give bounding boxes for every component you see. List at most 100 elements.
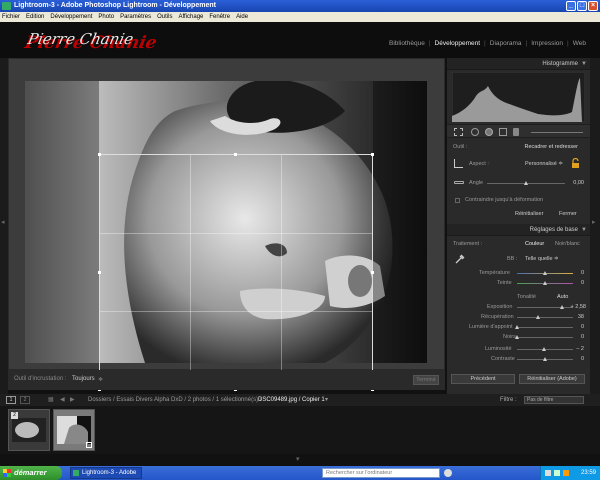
eyedropper-icon[interactable] [455, 254, 465, 264]
module-web[interactable]: Web [573, 40, 586, 47]
filmstrip-thumb-2[interactable] [53, 409, 95, 451]
recovery-slider[interactable] [517, 317, 573, 318]
fill-light-slider-thumb[interactable] [514, 325, 519, 329]
auto-tone-button[interactable]: Auto [557, 294, 568, 300]
screen-1-button[interactable]: 1 [6, 396, 16, 404]
left-panel-collapse[interactable]: ◂ [0, 58, 8, 394]
breadcrumb-filename[interactable]: DSC09489.jpg / Copier 1 [258, 394, 325, 406]
menu-parametres[interactable]: Paramètres [120, 12, 151, 22]
exposure-slider[interactable] [517, 307, 573, 308]
overlay-select[interactable]: Toujours [72, 376, 95, 382]
forward-arrow-icon[interactable]: ▶ [70, 394, 75, 406]
blacks-slider-thumb[interactable] [514, 335, 519, 339]
menu-photo[interactable]: Photo [98, 12, 114, 22]
collapse-right-icon[interactable]: ▸ [592, 218, 596, 226]
back-arrow-icon[interactable]: ◀ [60, 394, 65, 406]
finish-button[interactable]: Terminé [413, 375, 439, 385]
menu-developpement[interactable]: Développement [50, 12, 92, 22]
red-eye-icon[interactable] [485, 128, 493, 136]
angle-value[interactable]: 0,00 [573, 180, 584, 186]
image-toolbar: Outil d'incrustation : Toujours ≑ Termin… [8, 370, 445, 390]
tray-security-icon[interactable] [563, 470, 569, 476]
grid-view-icon[interactable]: ▦ [48, 394, 54, 406]
filmstrip-thumb-1[interactable]: 2 [8, 409, 50, 451]
breadcrumb-path[interactable]: Dossiers / Essais Divers Alpha DxD / 2 p… [88, 394, 261, 406]
fill-light-slider[interactable] [517, 327, 573, 328]
brightness-value[interactable]: – 2 [576, 346, 584, 352]
menu-aide[interactable]: Aide [236, 12, 248, 22]
menu-affichage[interactable]: Affichage [178, 12, 203, 22]
crop-close-button[interactable]: Fermer [559, 211, 577, 217]
screen-2-button[interactable]: 2 [20, 396, 30, 404]
basic-panel-title: Réglages de base [529, 227, 578, 233]
crop-reset-button[interactable]: Réinitialiser [515, 211, 543, 217]
search-icon[interactable] [444, 469, 452, 477]
crop-tool-icon[interactable] [454, 128, 463, 136]
blacks-slider[interactable] [517, 337, 573, 338]
tray-network-icon[interactable] [545, 470, 551, 476]
filter-select[interactable]: Pas de filtre [524, 396, 584, 404]
module-diaporama[interactable]: Diaporama [490, 40, 522, 47]
menu-outils[interactable]: Outils [157, 12, 172, 22]
close-button[interactable]: × [588, 1, 598, 11]
angle-slider-thumb[interactable] [523, 181, 528, 185]
chevron-down-icon[interactable]: ▾ [325, 394, 328, 406]
fill-light-value[interactable]: 0 [581, 324, 584, 330]
treatment-color-option[interactable]: Couleur [525, 241, 544, 247]
constrain-checkbox[interactable] [455, 198, 460, 203]
module-bibliotheque[interactable]: Bibliothèque [389, 40, 425, 47]
taskbar-lightroom-button[interactable]: Lightroom-3 - Adobe ... [70, 467, 142, 479]
chevron-down-icon[interactable]: ≑ [98, 376, 103, 383]
crop-handle-top-right[interactable] [371, 153, 374, 156]
aspect-select[interactable]: Personnalisé ≑ [525, 161, 563, 167]
graduated-filter-icon[interactable] [499, 128, 507, 136]
exposure-value[interactable]: + 2,58 [571, 304, 586, 310]
recovery-value[interactable]: 38 [578, 314, 584, 320]
treatment-bw-option[interactable]: Noir/blanc [555, 241, 580, 247]
module-developpement[interactable]: Développement [435, 40, 481, 47]
collapse-bottom-icon[interactable]: ▾ [296, 455, 300, 463]
adjustment-brush-icon[interactable] [513, 128, 519, 136]
histogram-header[interactable]: Histogramme ▼ [447, 58, 590, 70]
tint-slider-thumb[interactable] [542, 281, 547, 285]
menu-edition[interactable]: Edition [26, 12, 44, 22]
right-panel-scrollbar[interactable]: ▸ [590, 58, 600, 394]
spot-removal-icon[interactable] [471, 128, 479, 136]
bottom-panel-collapse[interactable]: ▾ [0, 454, 600, 466]
previous-button[interactable]: Précédent [451, 374, 515, 384]
crop-handle-right[interactable] [371, 271, 374, 274]
maximize-button[interactable]: □ [577, 1, 587, 11]
tint-value[interactable]: 0 [581, 280, 584, 286]
collapse-triangle-icon[interactable]: ▼ [581, 224, 587, 236]
module-impression[interactable]: Impression [531, 40, 563, 47]
recovery-slider-thumb[interactable] [535, 315, 540, 319]
temperature-slider-thumb[interactable] [542, 271, 547, 275]
blacks-value[interactable]: 0 [581, 334, 584, 340]
menu-fenetre[interactable]: Fenêtre [209, 12, 230, 22]
desktop-search-input[interactable]: Rechercher sur l'ordinateur [322, 468, 440, 478]
start-button[interactable]: démarrer [0, 466, 62, 480]
basic-panel-header[interactable]: Réglages de base ▼ [447, 224, 590, 236]
crop-handle-top[interactable] [234, 153, 237, 156]
crop-overlay[interactable] [98, 153, 374, 391]
crop-frame-icon[interactable] [454, 159, 463, 168]
menu-fichier[interactable]: Fichier [2, 12, 20, 22]
exposure-slider-thumb[interactable] [560, 305, 565, 309]
crop-handle-top-left[interactable] [98, 153, 101, 156]
minimize-button[interactable]: _ [566, 1, 576, 11]
reset-adobe-button[interactable]: Réinitialiser (Adobe) [519, 374, 585, 384]
contrast-value[interactable]: 0 [581, 356, 584, 362]
clock[interactable]: 23:59 [581, 470, 596, 476]
collapse-triangle-icon[interactable]: ▼ [581, 58, 587, 70]
contrast-slider-thumb[interactable] [542, 357, 547, 361]
wb-select[interactable]: Telle quelle ≑ [525, 256, 559, 262]
brightness-slider-thumb[interactable] [541, 347, 546, 351]
straighten-tool-icon[interactable] [454, 181, 464, 184]
expand-left-icon[interactable]: ◂ [1, 218, 5, 226]
tray-volume-icon[interactable] [554, 470, 560, 476]
lock-icon[interactable] [571, 157, 580, 168]
histogram-shutter: 1/60 [565, 116, 574, 121]
temperature-value[interactable]: 0 [581, 270, 584, 276]
image-workspace[interactable] [8, 58, 445, 391]
crop-handle-left[interactable] [98, 271, 101, 274]
